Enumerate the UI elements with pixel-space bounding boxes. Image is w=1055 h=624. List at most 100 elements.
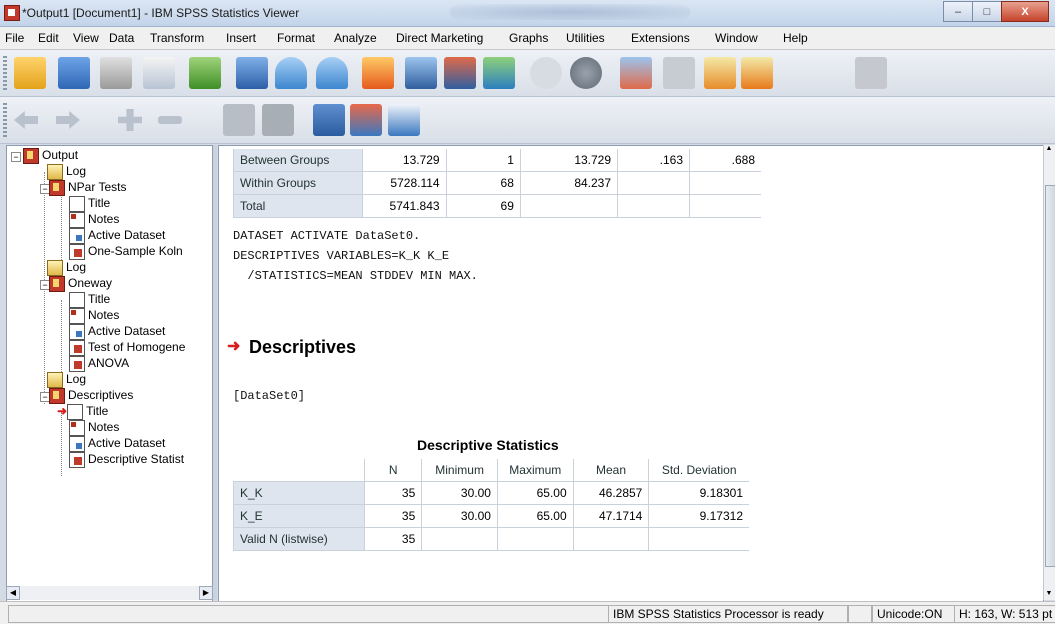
outline-item-label: Title — [88, 196, 111, 211]
edit-script-icon[interactable] — [704, 57, 736, 89]
outline-item-npar-tests[interactable]: NPar Tests — [49, 180, 126, 196]
table-cell: Between Groups — [232, 149, 363, 172]
outline-item-log[interactable]: Log — [47, 260, 86, 276]
goto-variable-icon[interactable] — [444, 57, 476, 89]
spell-check-icon[interactable] — [620, 57, 652, 89]
outline-item-descriptives[interactable]: Descriptives — [49, 388, 133, 404]
outline-item-label: Active Dataset — [88, 228, 166, 243]
book-icon — [23, 148, 39, 164]
menu-file[interactable]: File — [5, 31, 24, 45]
outline-item-notes[interactable]: Notes — [69, 212, 119, 228]
menu-view[interactable]: View — [73, 31, 99, 45]
table-row: Valid N (listwise) 35 — [232, 527, 749, 551]
dataset-icon — [69, 228, 85, 244]
expand-plus-icon[interactable] — [118, 109, 142, 131]
pane-splitter[interactable] — [213, 145, 217, 600]
menu-direct-marketing[interactable]: Direct Marketing — [396, 31, 483, 45]
scroll-down-icon[interactable]: ▼ — [1044, 590, 1054, 600]
export-icon[interactable] — [189, 57, 221, 89]
insert-text-icon[interactable] — [388, 104, 420, 136]
table-cell — [689, 194, 761, 218]
close-button[interactable]: X — [1001, 1, 1049, 22]
content-vertical-scrollbar[interactable]: ▲ ▼ — [1043, 145, 1055, 600]
outline-item-label: Log — [66, 372, 87, 387]
menu-extensions[interactable]: Extensions — [631, 31, 690, 45]
minimize-button[interactable]: – — [943, 1, 973, 22]
outline-item-active-dataset[interactable]: Active Dataset — [69, 228, 165, 244]
table-corner — [233, 459, 365, 482]
toolbar-grip-icon[interactable] — [3, 56, 7, 90]
scrollbar-thumb[interactable] — [1045, 185, 1055, 567]
undo-icon[interactable] — [275, 57, 307, 89]
run-script-icon[interactable] — [741, 57, 773, 89]
outline-item-active-dataset[interactable]: Active Dataset — [69, 436, 165, 452]
table-cell: 5728.114 — [362, 171, 447, 195]
table-cell: 46.2857 — [572, 481, 649, 505]
table-row: Between Groups 13.729 1 13.729 .163 .688 — [232, 149, 761, 172]
goto-data-icon[interactable] — [362, 57, 394, 89]
print-icon[interactable] — [100, 57, 132, 89]
print-preview-icon[interactable] — [143, 57, 175, 89]
spss-app-icon — [4, 5, 20, 21]
insert-title-icon[interactable] — [350, 104, 382, 136]
show-icon[interactable] — [223, 104, 255, 136]
insert-heading-icon[interactable] — [313, 104, 345, 136]
outline-item-title[interactable]: Title — [69, 196, 110, 212]
outline-item-log[interactable]: Log — [47, 164, 86, 180]
arrow-left-icon[interactable] — [14, 111, 38, 129]
menu-format[interactable]: Format — [277, 31, 315, 45]
arrow-right-icon[interactable] — [56, 111, 80, 129]
table-cell: 30.00 — [421, 504, 498, 528]
use-sets-icon[interactable] — [530, 57, 562, 89]
scroll-left-icon[interactable]: ◀ — [6, 586, 20, 600]
outline-item-notes[interactable]: Notes — [69, 420, 119, 436]
collapse-output-icon[interactable]: − — [11, 152, 21, 162]
save-icon[interactable] — [58, 57, 90, 89]
menu-utilities[interactable]: Utilities — [566, 31, 605, 45]
anova-table[interactable]: Between Groups 13.729 1 13.729 .163 .688… — [232, 149, 761, 218]
outline-item-output[interactable]: Output — [23, 148, 78, 164]
outline-item-one-sample[interactable]: One-Sample Koln — [69, 244, 183, 260]
outline-item-anova[interactable]: ANOVA — [69, 356, 129, 372]
scroll-right-icon[interactable]: ▶ — [199, 586, 213, 600]
table-header-row: N Minimum Maximum Mean Std. Deviation — [233, 459, 749, 482]
outline-item-label: Descriptive Statist — [88, 452, 185, 467]
outline-item-title[interactable]: Title — [69, 292, 110, 308]
recall-dialog-icon[interactable] — [236, 57, 268, 89]
hide-icon[interactable] — [262, 104, 294, 136]
redo-icon[interactable] — [316, 57, 348, 89]
variables-icon[interactable] — [483, 57, 515, 89]
outline-item-descriptive-stats[interactable]: Descriptive Statist — [69, 452, 184, 468]
log-icon — [47, 372, 63, 388]
collapse-minus-icon[interactable] — [158, 116, 182, 124]
designate-window-icon[interactable] — [663, 57, 695, 89]
menu-insert[interactable]: Insert — [226, 31, 256, 45]
notes-icon — [69, 420, 85, 436]
descriptive-statistics-table[interactable]: N Minimum Maximum Mean Std. Deviation K_… — [232, 459, 749, 551]
menu-help[interactable]: Help — [783, 31, 808, 45]
menu-graphs[interactable]: Graphs — [509, 31, 548, 45]
content-pane[interactable]: Between Groups 13.729 1 13.729 .163 .688… — [218, 145, 1044, 602]
outline-item-active-dataset[interactable]: Active Dataset — [69, 324, 165, 340]
scroll-up-icon[interactable]: ▲ — [1044, 145, 1054, 155]
menu-window[interactable]: Window — [715, 31, 758, 45]
menu-edit[interactable]: Edit — [38, 31, 59, 45]
outline-item-log[interactable]: Log — [47, 372, 86, 388]
outline-item-oneway[interactable]: Oneway — [49, 276, 112, 292]
current-item-arrow-icon: ➜ — [227, 338, 241, 355]
outline-item-notes[interactable]: Notes — [69, 308, 119, 324]
toolbar-grip-icon[interactable] — [3, 103, 7, 137]
show-all-variables-icon[interactable] — [570, 57, 602, 89]
outline-item-title[interactable]: ➜ Title — [57, 404, 108, 420]
open-folder-icon[interactable] — [14, 57, 46, 89]
outline-horizontal-scrollbar[interactable]: ◀ ▶ — [6, 586, 213, 600]
goto-case-icon[interactable] — [405, 57, 437, 89]
outline-item-homogeneity[interactable]: Test of Homogene — [69, 340, 185, 356]
table-cell: Within Groups — [232, 171, 363, 195]
menu-data[interactable]: Data — [109, 31, 134, 45]
outline-pane[interactable]: − Output Log − NPar Tests Title Notes Ac… — [6, 145, 213, 602]
show-hide-icon[interactable] — [855, 57, 887, 89]
maximize-button[interactable]: □ — [972, 1, 1002, 22]
menu-analyze[interactable]: Analyze — [334, 31, 377, 45]
menu-transform[interactable]: Transform — [150, 31, 204, 45]
